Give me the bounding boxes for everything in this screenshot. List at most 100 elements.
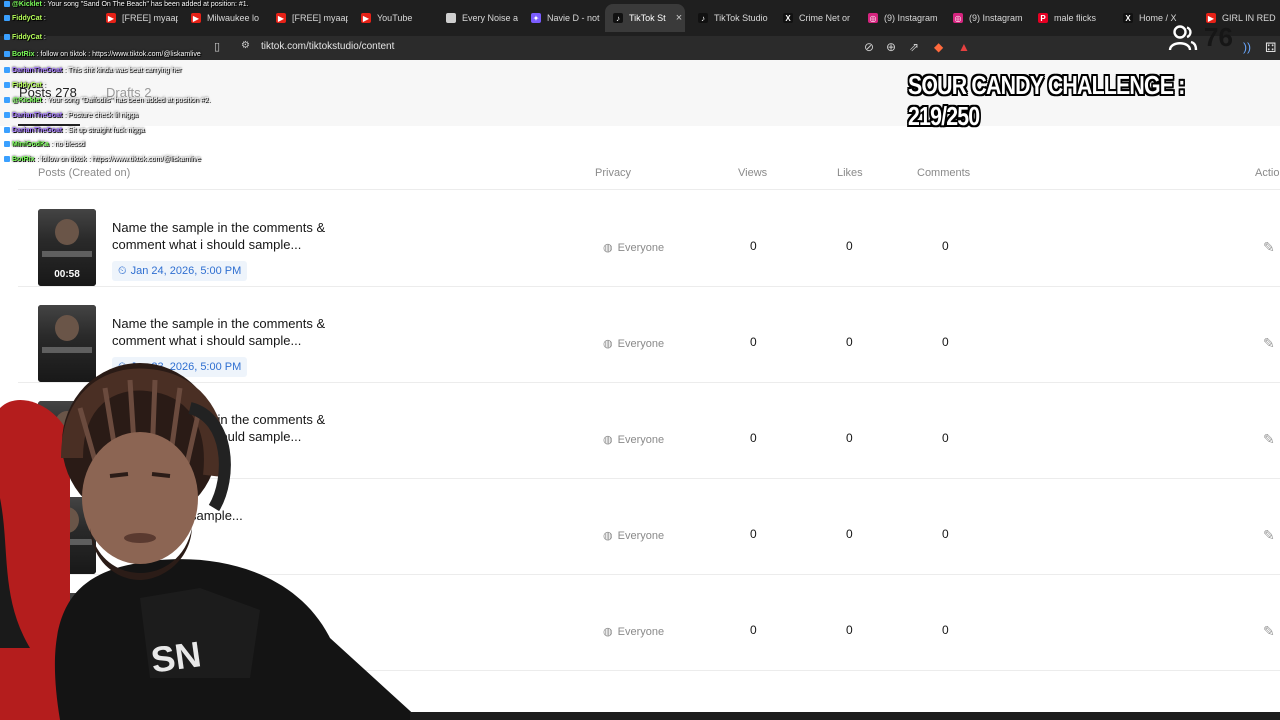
brave-shield-icon[interactable]: ◆ — [934, 40, 943, 54]
comments-count: 0 — [942, 527, 949, 541]
thumbnail-face — [55, 315, 79, 341]
browser-tab[interactable]: Pmale flicks — [1030, 4, 1110, 32]
chat-text: : Posture check lil nigga — [62, 112, 139, 119]
extensions-icon[interactable]: ⚃ — [1265, 40, 1276, 56]
privacy-label: Everyone — [617, 433, 665, 446]
taskbar-strip — [410, 712, 1280, 720]
youtube-icon: ▶ — [361, 13, 371, 23]
chat-text: : — [41, 34, 46, 41]
chat-message: DarianTheGoat : Posture check lil nigga — [4, 112, 138, 119]
browser-tab-label: Navie D - not — [547, 13, 600, 23]
chat-username: @Kicklet — [12, 97, 42, 104]
chat-message: DarianTheGoat : Sit up straight fuck nig… — [4, 127, 145, 134]
globe-icon: ◍ — [603, 626, 613, 638]
post-title[interactable]: Name the sample in the comments & commen… — [112, 219, 352, 253]
chat-badge-icon — [4, 82, 10, 89]
browser-tab[interactable]: ◎ (9) Instagram — [945, 4, 1025, 32]
chat-username: BotRix — [12, 156, 35, 163]
brave-rewards-icon[interactable]: ▲ — [958, 40, 970, 54]
active-tab-indicator — [18, 124, 80, 126]
chat-badge-icon — [4, 1, 10, 8]
browser-tab[interactable]: ▶ [FREE] myaap — [268, 4, 348, 32]
browser-tab-label: (9) Instagram — [884, 13, 938, 23]
browser-tab-label: male flicks — [1054, 13, 1097, 23]
edit-icon[interactable]: ✎ — [1263, 623, 1275, 640]
video-duration: 00:58 — [54, 269, 80, 280]
chat-username: MiniGodKa — [12, 141, 49, 148]
comments-count: 0 — [942, 335, 949, 349]
privacy-setting[interactable]: ◍ Everyone — [603, 337, 665, 351]
edit-icon[interactable]: ✎ — [1263, 335, 1275, 352]
translate-icon[interactable]: ⊘ — [864, 40, 874, 54]
chat-message: BotRix : follow on tiktok : https://www.… — [4, 51, 201, 58]
likes-count: 0 — [846, 527, 853, 541]
browser-tab-label: [FREE] myaap — [122, 13, 178, 23]
column-actions: Actio — [1255, 167, 1280, 179]
globe-icon: ◍ — [603, 242, 613, 254]
scheduled-date: ⏲ Jan 24, 2026, 5:00 PM — [112, 261, 248, 281]
youtube-icon: ▶ — [191, 13, 201, 23]
chat-badge-icon — [4, 156, 10, 163]
browser-tab-label: [FREE] myaap — [292, 13, 348, 23]
browser-tab[interactable]: ♪ TikTok Studio — [690, 4, 770, 32]
video-thumbnail[interactable]: 00:58 — [38, 209, 96, 286]
browser-tab[interactable]: Every Noise at — [438, 4, 518, 32]
scheduled-date-text: Jan 24, 2026, 5:00 PM — [130, 265, 242, 277]
chat-text: : no blessd — [48, 141, 85, 148]
views-count: 0 — [750, 431, 757, 445]
edit-icon[interactable]: ✎ — [1263, 527, 1275, 544]
column-privacy: Privacy — [595, 167, 632, 179]
globe-icon: ◍ — [603, 530, 613, 542]
chat-username: FiddyCat — [12, 82, 42, 89]
chat-badge-icon — [4, 127, 10, 134]
browser-tab-label: TikTok Studio — [714, 13, 768, 23]
chat-message: @Kicklet : Your song "Daffodils" has bee… — [4, 97, 210, 104]
pinterest-icon: P — [1038, 13, 1048, 23]
browser-tab[interactable]: ✦ Navie D - not — [523, 4, 603, 32]
chat-message: FiddyCat : — [4, 82, 46, 89]
browser-tab[interactable]: X Crime Net or — [775, 4, 855, 32]
tiktok-icon: ♪ — [698, 13, 708, 23]
zoom-icon[interactable]: ⊕ — [886, 40, 896, 54]
column-comments: Comments — [917, 167, 971, 179]
chat-username: @Kicklet — [12, 1, 42, 8]
likes-count: 0 — [846, 335, 853, 349]
tiktok-icon: ♪ — [613, 13, 623, 23]
table-row[interactable]: 00:58 Name the sample in the comments & c… — [18, 191, 1280, 287]
views-count: 0 — [750, 527, 757, 541]
privacy-label: Everyone — [617, 337, 665, 350]
views-count: 0 — [750, 335, 757, 349]
privacy-setting[interactable]: ◍ Everyone — [603, 433, 665, 447]
browser-tab[interactable]: ▶ Milwaukee lo — [183, 4, 263, 32]
chat-username: DarianTheGoat — [12, 67, 63, 74]
privacy-setting[interactable]: ◍ Everyone — [603, 625, 664, 639]
privacy-label: Everyone — [617, 241, 665, 254]
privacy-setting[interactable]: ◍ Everyone — [603, 529, 664, 543]
viewer-count-number: 76 — [1204, 22, 1233, 52]
chat-text: : Your song "Sand On The Beach" has been… — [41, 1, 249, 8]
close-tab-icon[interactable]: × — [676, 12, 682, 24]
chat-message: MiniGodKa : no blessd — [4, 141, 85, 148]
url-field[interactable]: tiktok.com/tiktokstudio/content — [261, 41, 394, 52]
browser-tab[interactable]: ♪ TikTok St × — [605, 4, 685, 32]
browser-tab[interactable]: ▶ YouTube — [353, 4, 433, 32]
likes-count: 0 — [846, 623, 853, 637]
browser-tab[interactable]: ◎ (9) Instagram — [860, 4, 940, 32]
chat-badge-icon — [4, 51, 10, 58]
browser-tab[interactable]: ▶ [FREE] myaap — [98, 4, 178, 32]
post-title[interactable]: Name the sample in the comments & commen… — [112, 315, 352, 349]
privacy-setting[interactable]: ◍ Everyone — [603, 241, 665, 255]
audio-icon[interactable]: )) — [1243, 40, 1251, 54]
edit-icon[interactable]: ✎ — [1263, 239, 1275, 256]
chat-username: FiddyCat — [12, 34, 42, 41]
edit-icon[interactable]: ✎ — [1263, 431, 1275, 448]
chat-username: DarianTheGoat — [12, 127, 63, 134]
bookmark-icon[interactable]: ▯ — [214, 40, 220, 53]
comments-count: 0 — [942, 623, 949, 637]
share-icon[interactable]: ⇗ — [909, 40, 919, 54]
table-header: Posts (Created on) Privacy Views Likes C… — [18, 156, 1280, 190]
instagram-icon: ◎ — [868, 13, 878, 23]
browser-tab-label: Every Noise at — [462, 13, 518, 23]
site-info-icon[interactable]: ⚙ — [241, 40, 250, 51]
chat-badge-icon — [4, 112, 10, 119]
